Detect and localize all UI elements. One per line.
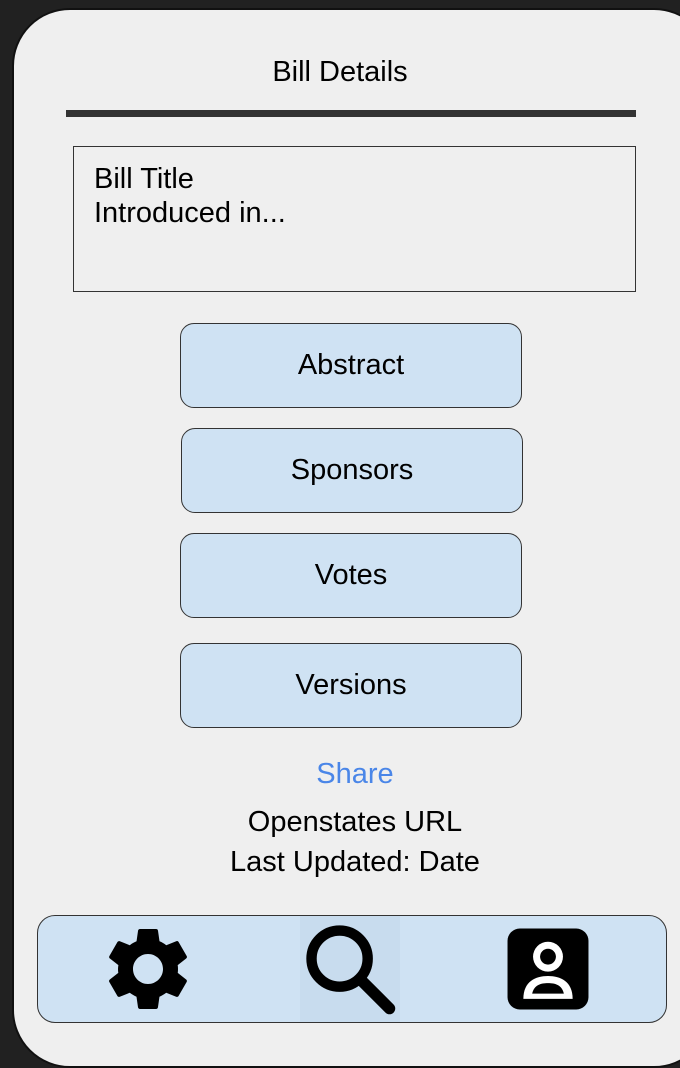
gear-icon bbox=[98, 919, 198, 1019]
bill-info-box: Bill Title Introduced in... bbox=[73, 146, 636, 292]
last-updated: Last Updated: Date bbox=[230, 846, 480, 878]
title-divider bbox=[66, 110, 636, 117]
search-tab[interactable] bbox=[300, 916, 400, 1022]
bill-title: Bill Title bbox=[94, 163, 194, 195]
abstract-button[interactable]: Abstract bbox=[180, 323, 522, 408]
share-link[interactable]: Share bbox=[316, 758, 393, 790]
settings-tab[interactable] bbox=[88, 916, 208, 1022]
sponsors-button[interactable]: Sponsors bbox=[181, 428, 523, 513]
bill-introduced: Introduced in... bbox=[94, 197, 286, 229]
bottom-tab-bar bbox=[37, 915, 667, 1023]
versions-button[interactable]: Versions bbox=[180, 643, 522, 728]
share-row: Share bbox=[0, 758, 680, 791]
openstates-url[interactable]: Openstates URL bbox=[0, 806, 680, 839]
user-profile-icon bbox=[504, 925, 592, 1013]
votes-button[interactable]: Votes bbox=[180, 533, 522, 618]
page-title: Bill Details bbox=[272, 56, 408, 88]
profile-tab[interactable] bbox=[488, 916, 608, 1022]
search-icon bbox=[298, 917, 402, 1021]
